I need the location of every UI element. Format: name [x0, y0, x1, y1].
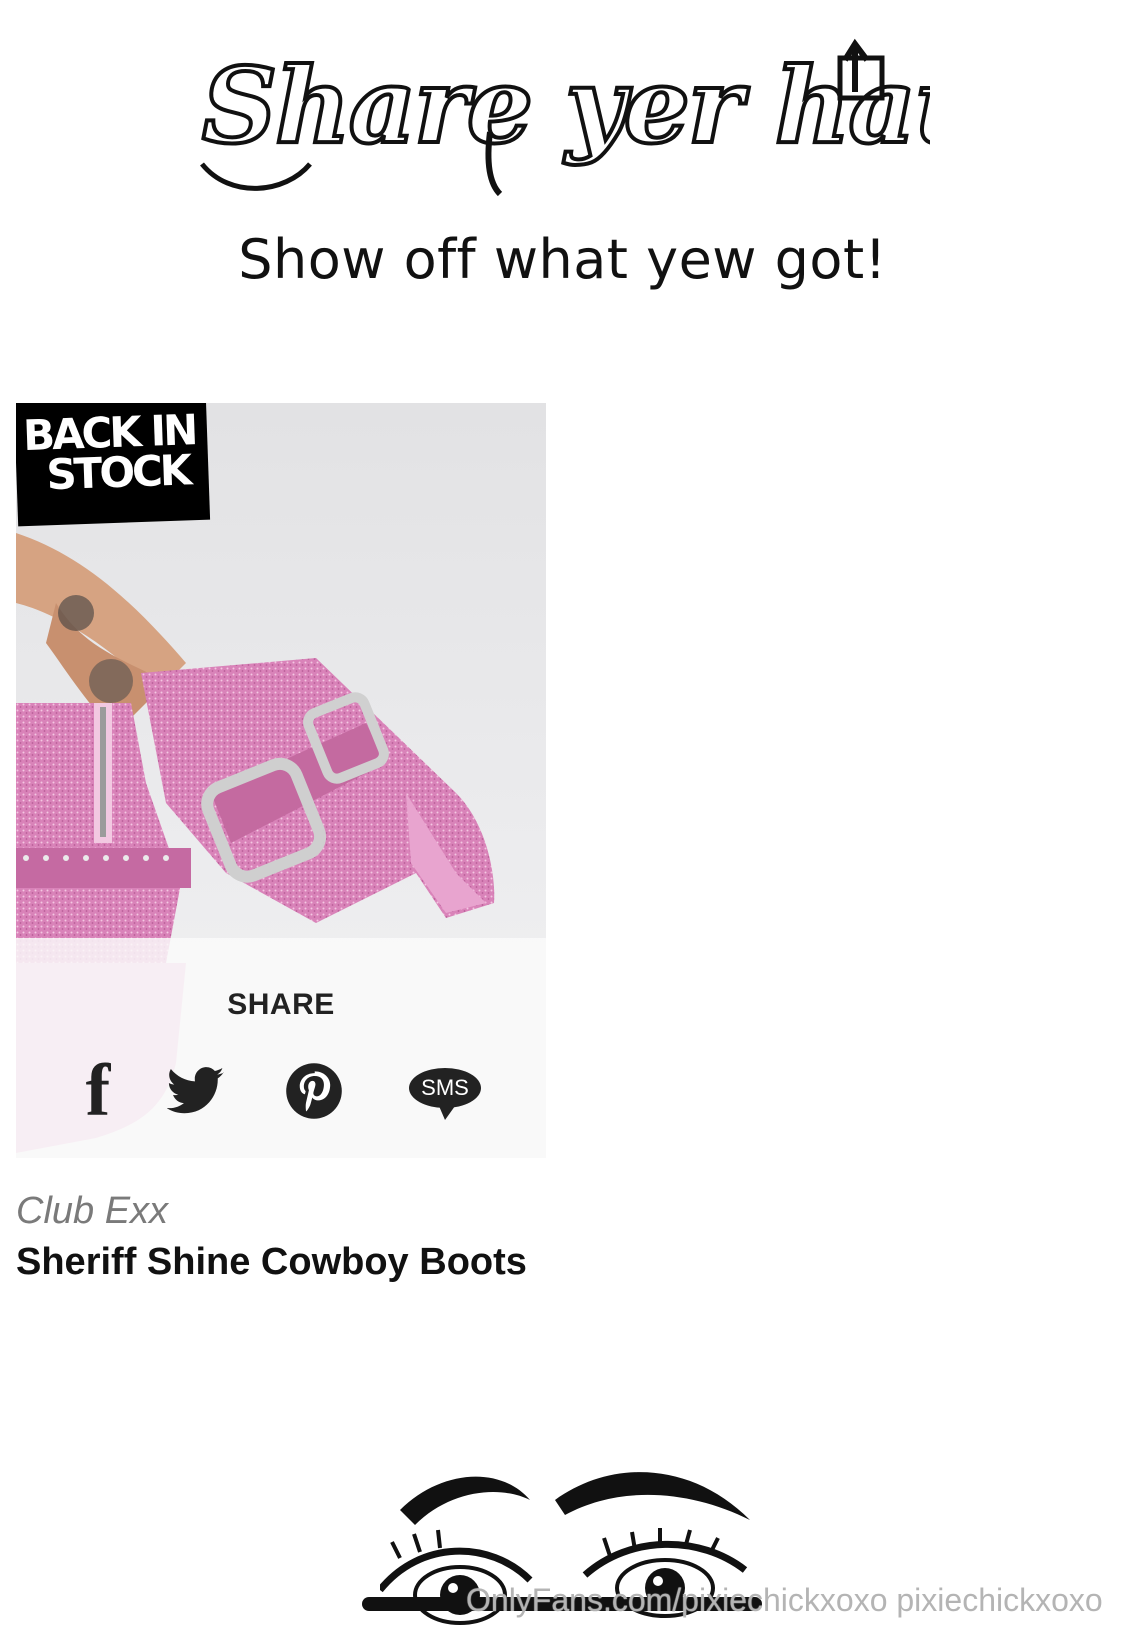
facebook-share-button[interactable]: f	[68, 1050, 128, 1132]
badge-line-2: STOCK	[45, 445, 191, 500]
logo-script-text: Share yer haul	[202, 44, 930, 167]
product-title[interactable]: Sheriff Shine Cowboy Boots	[16, 1241, 546, 1284]
pinterest-icon	[286, 1063, 342, 1119]
page-tagline: Show off what yew got!	[238, 228, 887, 291]
share-icons-row: f SMS	[16, 1050, 546, 1132]
product-card[interactable]: BACK IN STOCK SHARE f SMS Club Exx Sheri…	[16, 403, 546, 1284]
share-panel: SHARE f SMS	[16, 938, 546, 1158]
twitter-icon	[167, 1067, 225, 1114]
logo-script-graphic: Share yer haul	[200, 38, 1029, 197]
sms-icon: SMS	[409, 1068, 481, 1120]
watermark-text: OnlyFans.com/pixiechickxoxo pixiechickxo…	[466, 1582, 1103, 1618]
pinterest-share-button[interactable]	[274, 1056, 354, 1126]
sms-share-button[interactable]: SMS	[390, 1056, 500, 1126]
product-brand[interactable]: Club Exx	[16, 1190, 546, 1233]
back-in-stock-badge: BACK IN STOCK	[16, 403, 211, 527]
facebook-icon: f	[85, 1050, 111, 1132]
product-image[interactable]: BACK IN STOCK SHARE f SMS	[16, 403, 546, 1158]
share-yer-haul-logo: Share yer haul	[190, 14, 1029, 204]
share-label: SHARE	[227, 988, 335, 1021]
twitter-share-button[interactable]	[156, 1056, 236, 1126]
